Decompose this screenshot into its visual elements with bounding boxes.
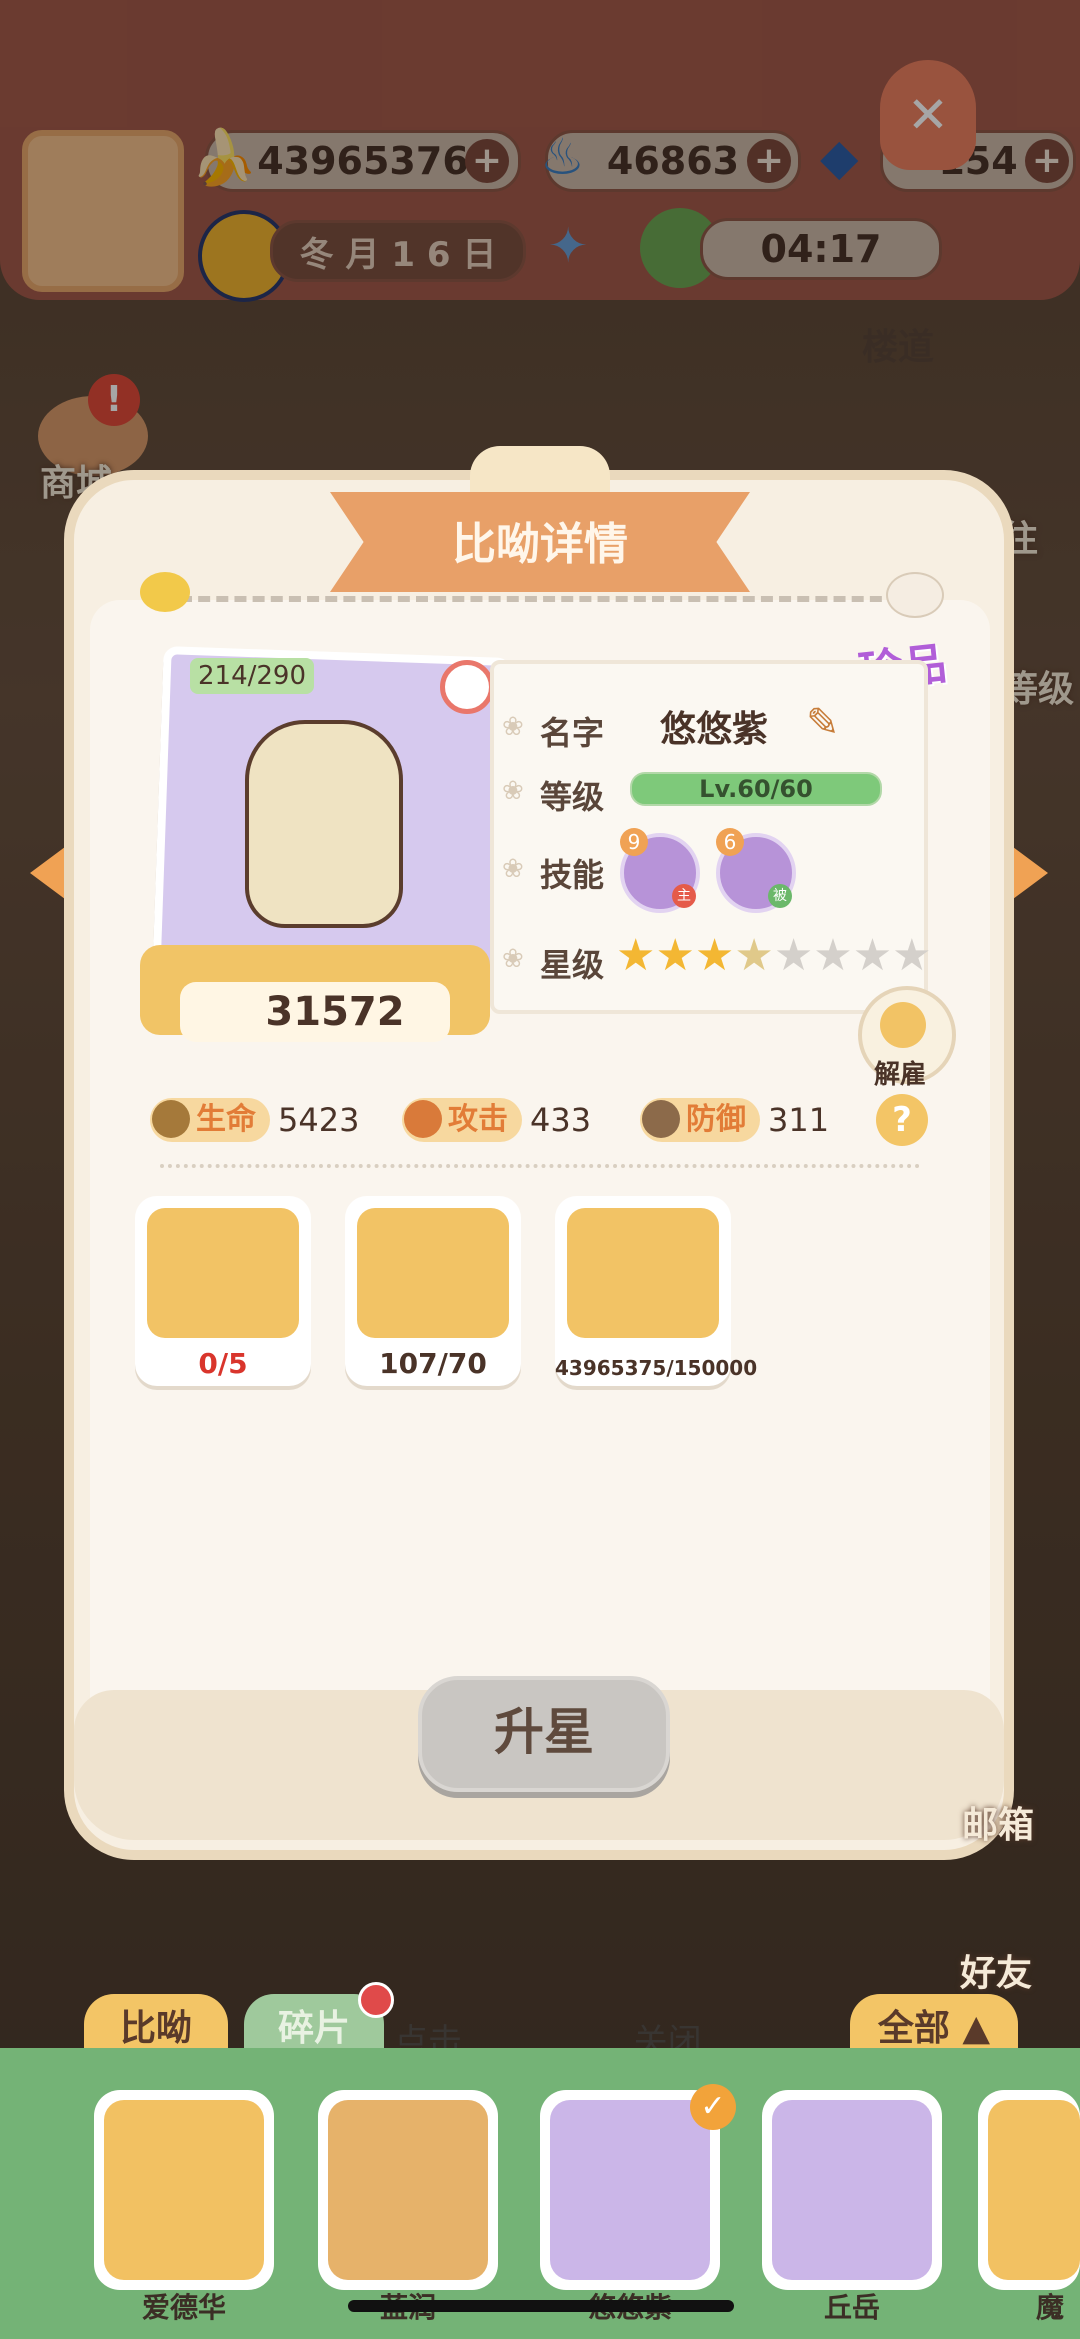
skill-1-level-badge: 9 <box>620 828 648 856</box>
material-slot-shard[interactable]: 107/70 <box>345 1196 521 1386</box>
level-label: 等级 <box>540 778 605 816</box>
star-icon: ★ <box>852 930 893 981</box>
roster-slot[interactable] <box>978 2090 1080 2290</box>
defense-icon <box>642 1100 680 1138</box>
material-value: 43965375/150000 <box>555 1356 758 1380</box>
panel-title: 比呦详情 <box>452 519 628 570</box>
star-icon: ★ <box>773 930 814 981</box>
name-value: 悠悠紫 <box>660 709 769 750</box>
roster-slot-selected[interactable] <box>540 2090 720 2290</box>
level-bar: Lv.60/60 <box>630 772 882 806</box>
notification-dot-icon <box>358 1982 394 2018</box>
material-slot-statue[interactable]: 0/5 <box>135 1196 311 1386</box>
attack-value: 433 <box>530 1101 592 1139</box>
help-icon: ? <box>892 1100 912 1140</box>
tab-shards-label: 碎片 <box>277 2008 350 2049</box>
dashed-divider <box>180 596 900 602</box>
roster-name: 丘岳 <box>823 2291 880 2324</box>
paw-icon: ❀ <box>502 854 524 884</box>
defense-value: 311 <box>768 1101 830 1139</box>
character-icon <box>988 2100 1080 2280</box>
butterfly-character-icon <box>328 2100 488 2280</box>
combat-power: 31572 <box>180 982 450 1042</box>
level-value: Lv.60/60 <box>699 775 813 803</box>
combat-power-value: 31572 <box>265 989 405 1035</box>
home-indicator <box>348 2300 734 2312</box>
star-icon: ★ <box>734 930 774 981</box>
filter-all-label: 全部 ▲ <box>877 2008 991 2049</box>
shard-progress: 214/290 <box>190 658 315 694</box>
hp-value: 5423 <box>278 1101 360 1139</box>
skill-1-tag: 主 <box>672 884 696 908</box>
tab-characters-label: 比呦 <box>119 2008 192 2049</box>
female-gender-icon <box>440 660 494 714</box>
roster-slot[interactable] <box>94 2090 274 2290</box>
purple-cat-character-icon <box>550 2100 710 2280</box>
material-value: 0/5 <box>198 1347 248 1380</box>
skill-2-level-badge: 6 <box>716 828 744 856</box>
star-rating: ★ ★ ★ ★ ★ ★ ★ ★ <box>616 930 932 984</box>
star-icon: ★ <box>694 930 735 981</box>
roster-name: 魔 <box>1035 2291 1064 2324</box>
skill-label: 技能 <box>540 856 605 894</box>
roster-slot[interactable] <box>318 2090 498 2290</box>
roster-slot[interactable] <box>762 2090 942 2290</box>
bird-left-icon <box>140 572 190 612</box>
statue-icon <box>147 1208 299 1338</box>
star-icon: ★ <box>655 930 695 981</box>
hp-icon <box>152 1100 190 1138</box>
material-value: 107/70 <box>379 1347 487 1380</box>
roster-name: 爱德华 <box>141 2291 226 2324</box>
paw-icon: ❀ <box>502 776 524 806</box>
star-label: 星级 <box>540 946 605 984</box>
mail-label[interactable]: 邮箱 <box>962 1796 1034 1848</box>
material-slot-banana[interactable]: 43965375/150000 <box>555 1196 758 1386</box>
flower-character-icon <box>772 2100 932 2280</box>
friends-label[interactable]: 好友 <box>960 1944 1032 1996</box>
dismiss-cat-icon <box>880 1002 926 1048</box>
edit-name-pencil-icon[interactable]: ✎ <box>806 700 840 746</box>
star-icon: ★ <box>892 930 932 981</box>
star-icon: ★ <box>616 930 656 981</box>
dismiss-label[interactable]: 解雇 <box>874 1054 926 1091</box>
puzzle-shard-icon <box>357 1208 509 1338</box>
banana-icon <box>567 1208 719 1338</box>
selected-check-icon: ✓ <box>690 2084 736 2130</box>
bird-right-icon <box>886 572 944 618</box>
paw-icon: ❀ <box>502 944 524 974</box>
fox-character-icon <box>104 2100 264 2280</box>
help-button[interactable]: ? <box>876 1094 928 1146</box>
upgrade-star-button[interactable]: 升星 <box>418 1676 670 1792</box>
star-icon: ★ <box>813 930 853 981</box>
character-ears-icon <box>250 730 390 770</box>
attack-icon <box>404 1100 442 1138</box>
stats-divider <box>160 1164 920 1168</box>
name-label: 名字 <box>540 714 605 752</box>
skill-2-tag: 被 <box>768 884 792 908</box>
paw-icon: ❀ <box>502 712 524 742</box>
